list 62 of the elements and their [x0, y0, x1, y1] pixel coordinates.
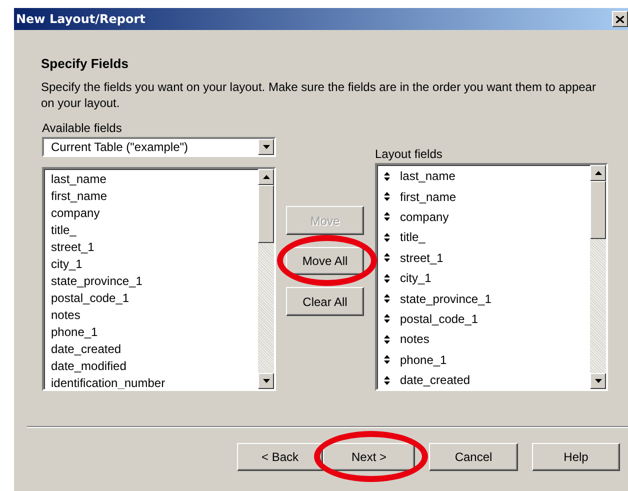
field-name[interactable]: first_name [400, 190, 456, 204]
field-name[interactable]: date_created [400, 373, 470, 388]
field-name[interactable]: date_created [51, 342, 122, 356]
scroll-down-button[interactable] [590, 373, 606, 389]
move-all-button[interactable]: Move All [286, 247, 364, 275]
dropdown-arrow-icon[interactable] [262, 145, 270, 149]
next-button[interactable]: Next > [323, 443, 415, 471]
close-icon [616, 16, 624, 22]
scroll-down-button[interactable] [258, 373, 274, 389]
arrow-down-icon [594, 379, 602, 383]
drag-handle-icon[interactable] [384, 253, 390, 262]
field-name[interactable]: notes [51, 308, 80, 322]
field-name[interactable]: street_1 [51, 240, 94, 254]
drag-handle-icon[interactable] [384, 376, 390, 385]
cancel-button[interactable]: Cancel [429, 443, 518, 471]
layout-fields-list[interactable]: last_name first_name company title_ street_1 city_1 state_province_1 postal_code_1 notes phone_1 date_created [375, 163, 608, 391]
field-name[interactable]: postal_code_1 [400, 312, 478, 326]
clear-all-button[interactable]: Clear All [286, 287, 364, 316]
field-name[interactable]: phone_1 [51, 324, 98, 338]
scroll-up-button[interactable] [590, 165, 606, 181]
field-name[interactable]: notes [400, 332, 430, 346]
arrow-up-icon [262, 175, 270, 179]
field-name[interactable]: last_name [51, 172, 106, 186]
field-name[interactable]: postal_code_1 [51, 290, 130, 304]
drag-handle-icon[interactable] [384, 314, 390, 324]
back-button[interactable]: < Back [237, 443, 323, 471]
drag-handle-icon[interactable] [384, 192, 390, 202]
field-name[interactable]: city_1 [400, 271, 432, 286]
drag-handle-icon[interactable] [384, 294, 390, 304]
drag-handle-icon[interactable] [384, 274, 390, 283]
scroll-thumb[interactable] [258, 185, 274, 243]
field-name[interactable]: date_modified [51, 358, 126, 372]
field-name[interactable]: title_ [400, 230, 426, 244]
instructions-text: Specify the fields you want on your layout. Make sure the fields are in the order you want them to appear on your layout. [41, 79, 597, 111]
arrow-down-icon [262, 379, 270, 383]
drag-handle-icon[interactable] [384, 172, 390, 181]
field-name[interactable]: identification_number [51, 376, 166, 389]
field-name[interactable]: company [400, 210, 449, 224]
drag-handle-icon[interactable] [384, 334, 390, 344]
scroll-up-button[interactable] [258, 169, 274, 185]
section-heading: Specify Fields [41, 56, 130, 71]
drag-handle-icon[interactable] [384, 232, 390, 242]
field-name[interactable]: phone_1 [400, 352, 447, 367]
field-name[interactable]: street_1 [400, 250, 444, 265]
field-name[interactable]: first_name [51, 188, 108, 202]
field-name[interactable]: state_province_1 [51, 274, 142, 288]
close-button[interactable] [612, 11, 628, 27]
field-name[interactable]: last_name [400, 169, 456, 184]
table-dropdown[interactable]: Current Table ("example") [42, 137, 276, 157]
available-fields-list[interactable]: last_name first_name company title_ street_1 city_1 state_province_1 postal_code_1 notes phone_1 date_created date_modified identification_number [42, 167, 276, 391]
drag-handle-icon[interactable] [384, 355, 390, 364]
field-name[interactable]: company [51, 206, 100, 220]
scroll-thumb[interactable] [590, 181, 606, 239]
drag-handle-icon[interactable] [384, 212, 390, 222]
list-label: Available fields [42, 121, 123, 137]
field-name[interactable]: state_province_1 [400, 292, 492, 306]
window-title: New Layout/Report [16, 12, 146, 26]
field-name[interactable]: title_ [51, 222, 76, 236]
arrow-up-icon [594, 171, 602, 175]
help-button[interactable]: Help [532, 443, 620, 471]
list-label: Layout fields [375, 147, 444, 163]
field-name[interactable]: city_1 [51, 256, 82, 270]
